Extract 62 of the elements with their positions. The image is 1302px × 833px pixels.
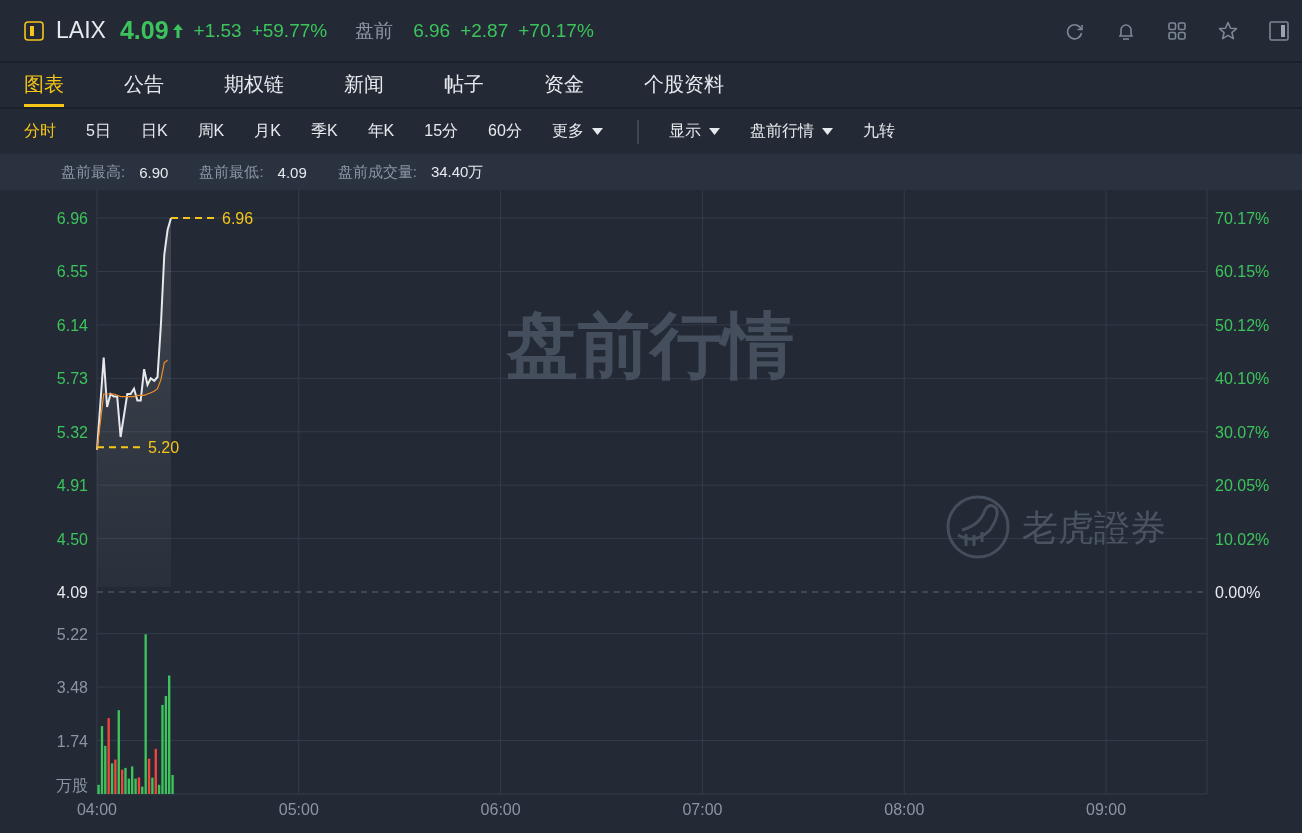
percent-axis-label: 30.07% [1215, 423, 1270, 441]
period-button[interactable]: 月K [254, 121, 281, 142]
y-axis-label: 4.91 [56, 477, 88, 495]
dropdown-button[interactable]: 显示 [668, 121, 720, 142]
percent-axis-label: 60.15% [1215, 263, 1270, 281]
y-axis-label: 5.32 [56, 423, 88, 441]
premarket-change: +2.87 [460, 19, 509, 42]
y-axis-label: 4.50 [56, 530, 88, 548]
option-button[interactable]: 九转 [862, 121, 895, 142]
percent-axis-label: 50.12% [1215, 316, 1270, 334]
price-change: +1.53 [193, 19, 242, 42]
stat-value: 6.90 [139, 163, 169, 181]
dropdown-button[interactable]: 盘前行情 [749, 121, 833, 142]
period-button[interactable]: 日K [140, 121, 168, 142]
x-axis-label: 06:00 [480, 801, 521, 818]
y-axis-label: 5.73 [56, 370, 88, 388]
stat-label: 盘前成交量: [337, 162, 417, 182]
x-axis-label: 05:00 [278, 801, 319, 818]
premarket-price: 6.96 [413, 19, 451, 42]
tab[interactable]: 个股资料 [644, 63, 724, 107]
percent-axis-label: 0.00% [1215, 584, 1261, 601]
x-axis-label: 04:00 [77, 801, 117, 818]
price-marker-label: 5.20 [148, 439, 180, 457]
x-axis-label: 08:00 [884, 801, 925, 818]
y-axis-label: 1.74 [56, 732, 88, 750]
last-price: 4.09 [119, 16, 169, 45]
stat-label: 盘前最低: [199, 162, 264, 182]
percent-axis-label: 20.05% [1215, 477, 1270, 495]
period-button[interactable]: 周K [197, 121, 225, 142]
stat-label: 盘前最高: [61, 162, 126, 182]
y-axis-label: 6.55 [56, 263, 88, 281]
y-axis-label: 6.96 [56, 210, 88, 228]
dropdown-button[interactable]: 更多 [551, 121, 603, 142]
tab[interactable]: 新闻 [344, 63, 384, 107]
y-axis-label: 4.09 [56, 584, 88, 601]
percent-axis-label: 10.02% [1215, 530, 1270, 548]
tab[interactable]: 资金 [544, 63, 584, 107]
percent-axis-label: 70.17% [1215, 210, 1270, 228]
period-button[interactable]: 60分 [488, 121, 522, 142]
price-marker-label: 6.96 [222, 210, 254, 228]
x-axis-label: 09:00 [1086, 801, 1127, 818]
y-axis-label: 5.22 [56, 625, 88, 643]
tab[interactable]: 帖子 [444, 63, 484, 107]
y-axis-unit: 万股 [56, 777, 88, 794]
period-button[interactable]: 5日 [86, 121, 111, 142]
tab[interactable]: 期权链 [224, 63, 284, 107]
session-label: 盘前 [355, 18, 394, 43]
stat-value: 4.09 [277, 163, 307, 181]
stat-value: 34.40万 [430, 162, 484, 182]
percent-change: +59.77% [251, 19, 328, 42]
period-button[interactable]: 分时 [24, 121, 56, 142]
tab[interactable]: 图表 [24, 63, 64, 107]
tab[interactable]: 公告 [124, 63, 164, 107]
period-button[interactable]: 年K [367, 121, 395, 142]
stock-symbol: LAIX [56, 17, 106, 44]
premarket-percent-change: +70.17% [518, 19, 594, 42]
period-button[interactable]: 季K [310, 121, 338, 142]
y-axis-label: 3.48 [56, 679, 88, 697]
period-button[interactable]: 15分 [424, 121, 459, 142]
percent-axis-label: 40.10% [1215, 370, 1270, 388]
y-axis-label: 6.14 [56, 316, 88, 334]
x-axis-label: 07:00 [682, 801, 723, 818]
